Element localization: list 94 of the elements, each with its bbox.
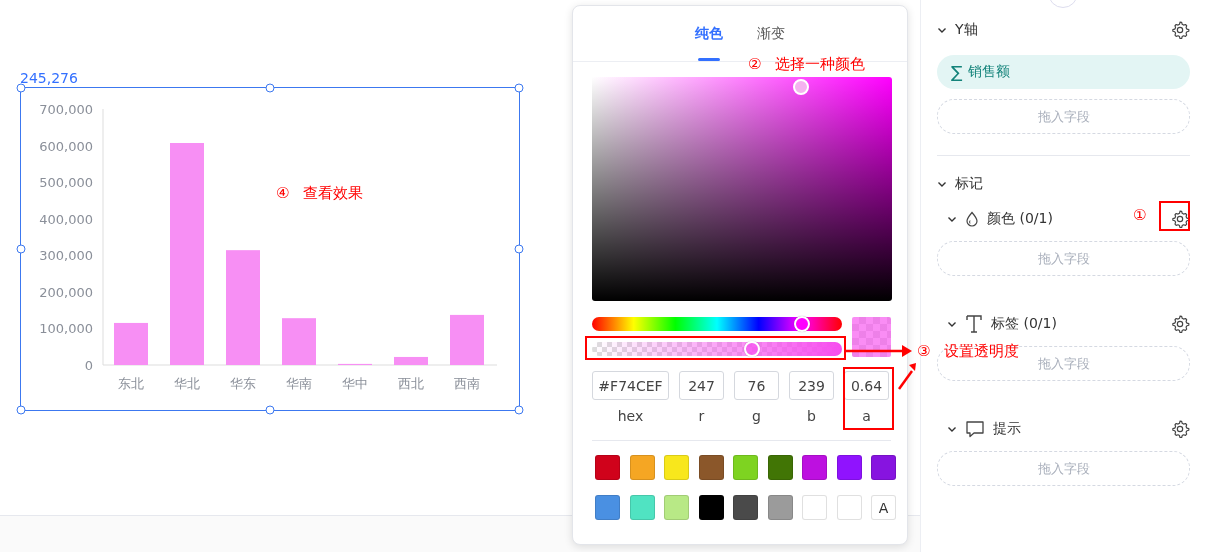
settings-icon[interactable] — [1170, 314, 1190, 334]
highlight-box — [1159, 201, 1190, 231]
annotation-text: 查看效果 — [303, 184, 364, 202]
resize-handle[interactable] — [265, 405, 275, 415]
bar — [394, 356, 428, 365]
value-field[interactable]: 76 — [734, 371, 779, 400]
color-swatch[interactable] — [629, 455, 655, 480]
color-swatch[interactable] — [698, 495, 724, 520]
mark-title: 颜色 (0/1) — [987, 210, 1053, 228]
section-title: 标记 — [955, 175, 983, 193]
resize-handle[interactable] — [16, 83, 26, 93]
x-category-label: 华南 — [286, 376, 312, 391]
highlight-box — [843, 367, 894, 430]
step-number: ② — [748, 55, 762, 73]
field-label: g — [752, 408, 761, 424]
slider-thumb[interactable] — [744, 341, 760, 357]
field-label: hex — [617, 408, 644, 424]
arrow — [846, 345, 912, 357]
x-category-label: 华中 — [342, 376, 368, 391]
resize-handle[interactable] — [514, 244, 524, 254]
color-swatch[interactable] — [664, 455, 689, 480]
annotation-text: 选择一种颜色 — [775, 55, 866, 73]
chevron-icon[interactable] — [947, 424, 957, 434]
settings-icon[interactable] — [1170, 20, 1190, 40]
chevron-icon[interactable] — [937, 179, 947, 189]
x-category-label: 东北 — [118, 376, 144, 391]
transparent-swatch[interactable] — [836, 495, 862, 520]
x-category-label: 西南 — [454, 376, 480, 391]
field-name: 销售额 — [968, 63, 1011, 81]
color-swatch[interactable] — [595, 495, 620, 520]
field-label: b — [807, 408, 816, 424]
saturation-area[interactable] — [592, 77, 892, 301]
y-tick-label: 100,000 — [39, 321, 93, 337]
y-tick-label: 400,000 — [39, 211, 93, 227]
step-number: ③ — [917, 342, 931, 360]
field-label: r — [698, 408, 705, 424]
mark-title: 标签 (0/1) — [991, 315, 1057, 333]
sum-icon: ∑ — [951, 62, 963, 82]
color-preview — [852, 317, 891, 357]
color-swatch[interactable] — [733, 495, 758, 520]
x-category-label: 华北 — [174, 376, 200, 391]
section-title: Y轴 — [955, 21, 978, 39]
y-tick-label: 200,000 — [39, 284, 93, 300]
color-swatch[interactable] — [664, 495, 689, 520]
bar — [450, 314, 484, 365]
y-tick-label: 500,000 — [39, 175, 93, 191]
resize-handle[interactable] — [514, 83, 524, 93]
alpha-slider[interactable] — [592, 342, 842, 356]
resize-handle[interactable] — [514, 405, 524, 415]
y-tick-label: 300,000 — [39, 248, 93, 264]
drop-icon — [965, 211, 979, 227]
chevron-icon[interactable] — [937, 25, 947, 35]
x-category-label: 西北 — [398, 376, 424, 391]
arrow — [898, 363, 916, 390]
tab[interactable]: 纯色 — [695, 6, 723, 61]
settings-icon[interactable] — [1170, 209, 1190, 229]
value-field[interactable]: 0.64 — [844, 371, 889, 400]
bar — [114, 322, 148, 365]
color-swatch[interactable] — [802, 495, 827, 520]
selection-size-label: 245,276 — [20, 70, 78, 86]
color-swatch[interactable] — [871, 455, 896, 480]
y-tick-label: 600,000 — [39, 138, 93, 154]
y-tick-label: 0 — [84, 358, 93, 373]
field-pill[interactable]: ∑ 销售额 — [937, 55, 1190, 89]
y-tick-label: 700,000 — [39, 102, 93, 117]
step-number: ④ — [276, 184, 290, 202]
text-color-swatch[interactable]: A — [871, 495, 896, 520]
value-field[interactable]: 239 — [789, 371, 834, 400]
slider-thumb[interactable] — [794, 316, 810, 332]
resize-handle[interactable] — [265, 83, 275, 93]
color-swatch[interactable] — [698, 455, 724, 480]
chevron-icon[interactable] — [947, 319, 957, 329]
text-icon — [965, 314, 983, 334]
bar — [282, 318, 316, 365]
hue-slider[interactable] — [592, 317, 842, 331]
color-swatch[interactable] — [802, 455, 827, 480]
mark-title: 提示 — [993, 420, 1021, 438]
value-field[interactable]: 247 — [679, 371, 724, 400]
color-swatch[interactable] — [836, 455, 862, 480]
field-label: a — [862, 408, 871, 424]
x-category-label: 华东 — [230, 376, 256, 391]
color-swatch[interactable] — [595, 455, 620, 480]
settings-icon[interactable] — [1170, 419, 1190, 439]
value-field[interactable]: #F74CEF — [592, 371, 669, 400]
picker-thumb[interactable] — [793, 79, 809, 95]
color-swatch[interactable] — [733, 455, 758, 480]
comment-icon — [965, 420, 985, 438]
color-swatch[interactable] — [767, 455, 793, 480]
step-number: ① — [1133, 206, 1147, 224]
chevron-icon[interactable] — [947, 214, 957, 224]
resize-handle[interactable] — [16, 405, 26, 415]
color-swatch[interactable] — [629, 495, 655, 520]
color-swatch[interactable] — [767, 495, 793, 520]
resize-handle[interactable] — [16, 244, 26, 254]
